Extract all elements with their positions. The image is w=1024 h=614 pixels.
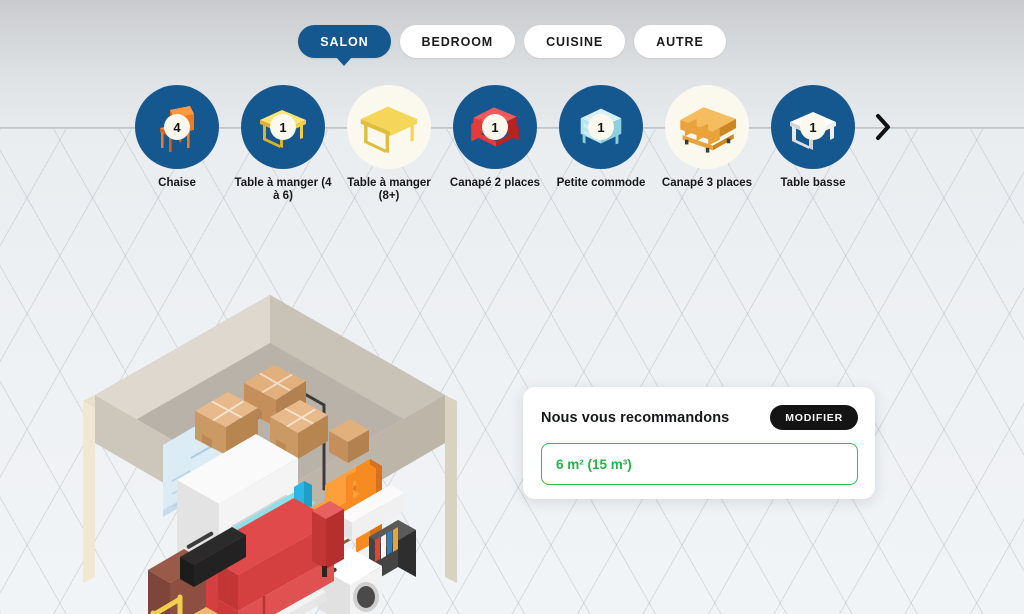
chevron-right-icon	[876, 114, 890, 140]
carousel-item-chaise-label: Chaise	[158, 177, 196, 189]
category-tabbar: SALON BEDROOM CUISINE AUTRE	[0, 25, 1024, 58]
carousel-item-canape-2-places-circle[interactable]: 1	[453, 85, 537, 169]
carousel-item-table-basse-circle[interactable]: 1	[771, 85, 855, 169]
recommended-size-field[interactable]: 6 m² (15 m³)	[541, 443, 858, 485]
tab-bedroom-label: BEDROOM	[421, 34, 494, 49]
recommendation-card: Nous vous recommandons MODIFIER 6 m² (15…	[523, 387, 875, 499]
tab-cuisine[interactable]: CUISINE	[524, 25, 626, 58]
carousel-item-table-basse-badge: 1	[800, 114, 826, 140]
carousel-item-canape-2-places-label: Canapé 2 places	[449, 177, 541, 189]
tab-salon-label: SALON	[320, 34, 369, 49]
carousel-item-petite-commode[interactable]: 1 Petite commode	[548, 85, 654, 190]
tab-autre-label: AUTRE	[656, 34, 704, 49]
carousel-item-table-a-manger-8plus[interactable]: Table à manger (8+)	[336, 85, 442, 203]
carousel-next-button[interactable]	[866, 85, 900, 169]
carousel-item-canape-3-places-label: Canapé 3 places	[661, 177, 753, 189]
recommendation-header: Nous vous recommandons MODIFIER	[523, 387, 875, 430]
carousel-item-chaise-circle[interactable]: 4	[135, 85, 219, 169]
carousel-item-chaise-badge: 4	[164, 114, 190, 140]
carousel-item-table-basse-label: Table basse	[780, 177, 846, 189]
modify-button[interactable]: MODIFIER	[770, 405, 858, 430]
carousel-item-table-a-manger-8plus-circle[interactable]	[347, 85, 431, 169]
carousel-item-canape-3-places-circle[interactable]	[665, 85, 749, 169]
carousel-item-petite-commode-label: Petite commode	[556, 177, 646, 189]
carousel-item-canape-2-places[interactable]: 1 Canapé 2 places	[442, 85, 548, 190]
storage-room-svg	[83, 295, 457, 614]
carousel-item-table-a-manger-4-6-badge: 1	[270, 114, 296, 140]
tab-salon[interactable]: SALON	[298, 25, 391, 58]
carousel-item-table-basse[interactable]: 1 Table basse	[760, 85, 866, 190]
dining-table-icon	[360, 106, 418, 153]
carousel-item-table-a-manger-8plus-label: Table à manger (8+)	[347, 177, 431, 202]
tab-cuisine-label: CUISINE	[546, 34, 604, 49]
furniture-carousel: 4 Chaise 1 Table à manger (4 à 6) Table …	[0, 85, 1024, 205]
storage-room-illustration	[60, 215, 480, 614]
carousel-item-canape-2-places-badge: 1	[482, 114, 508, 140]
sofa-three-seat-icon	[680, 107, 737, 153]
tab-autre[interactable]: AUTRE	[634, 25, 726, 58]
tab-bedroom[interactable]: BEDROOM	[399, 25, 516, 58]
recommendation-title: Nous vous recommandons	[541, 409, 730, 426]
carousel-item-petite-commode-badge: 1	[588, 114, 614, 140]
carousel-item-table-a-manger-4-6-label: Table à manger (4 à 6)	[234, 177, 332, 202]
carousel-item-chaise[interactable]: 4 Chaise	[124, 85, 230, 190]
carousel-item-table-a-manger-4-6[interactable]: 1 Table à manger (4 à 6)	[230, 85, 336, 203]
recommended-size-value: 6 m² (15 m³)	[556, 456, 632, 472]
carousel-item-canape-3-places[interactable]: Canapé 3 places	[654, 85, 760, 190]
carousel-item-table-a-manger-4-6-circle[interactable]: 1	[241, 85, 325, 169]
carousel-item-petite-commode-circle[interactable]: 1	[559, 85, 643, 169]
